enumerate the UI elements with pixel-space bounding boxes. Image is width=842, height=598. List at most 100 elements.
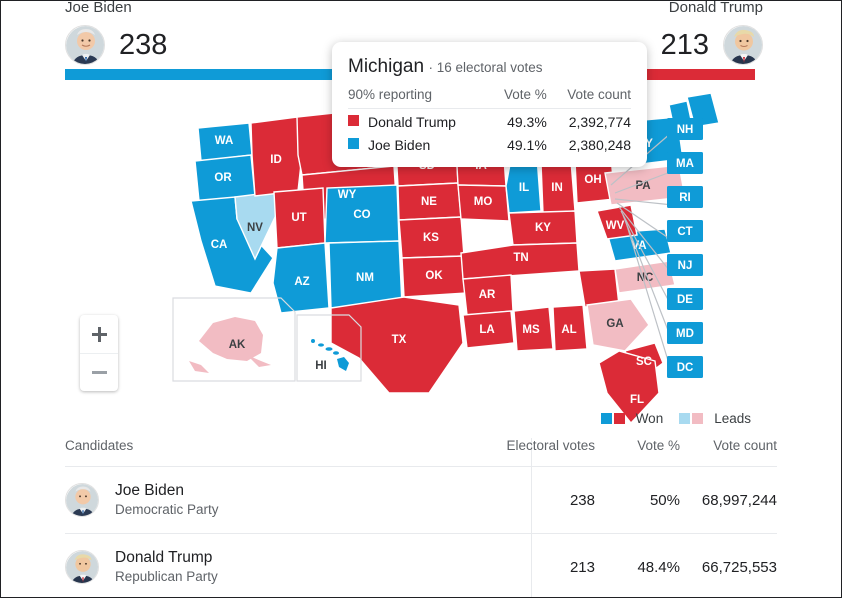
- tooltip-row-biden: Joe Biden 49.1% 2,380,248: [348, 132, 631, 155]
- state-label-MO: MO: [474, 196, 493, 208]
- legend-won-label: Won: [635, 411, 664, 426]
- callout-label-MD: MD: [676, 328, 694, 340]
- avatar-joe-biden: [65, 25, 105, 65]
- tooltip-vote-pct: 49.3%: [507, 114, 547, 130]
- election-results-page: Joe Biden Donald Trump 238 213 WA OR CA …: [1, 1, 841, 597]
- state-label-OH: OH: [584, 174, 601, 186]
- tooltip-color-dot-trump: [348, 115, 359, 126]
- legend-swatch-leads-red: [692, 413, 704, 424]
- state-label-SC: SC: [636, 356, 652, 368]
- tooltip-table-header-row: 90% reporting Vote % Vote count: [348, 87, 631, 109]
- tooltip-state-name: Michigan: [348, 56, 425, 77]
- state-label-KS: KS: [423, 232, 439, 244]
- state-label-UT: UT: [291, 212, 306, 224]
- candidate-party: Republican Party: [115, 569, 218, 584]
- state-label-AK: AK: [229, 339, 246, 351]
- callout-label-RI: RI: [679, 192, 691, 204]
- callout-label-NH: NH: [677, 124, 694, 136]
- candidates-table: Candidates Electoral votes Vote % Vote c…: [65, 438, 777, 597]
- row-vote-count: 66,725,553: [701, 558, 777, 576]
- tooltip-vote-count: 2,392,774: [568, 114, 631, 130]
- header-right-candidate-name: Donald Trump: [668, 1, 763, 16]
- legend-swatch-won-red: [613, 413, 625, 424]
- header-electoral-votes: Electoral votes: [506, 438, 595, 453]
- state-label-NV: NV: [247, 222, 263, 234]
- state-label-CA: CA: [211, 239, 228, 251]
- legend-swatch-won-blue: [600, 413, 612, 424]
- state-label-OR: OR: [214, 172, 232, 184]
- minus-icon: [91, 371, 107, 374]
- map-legend: Won Leads: [600, 411, 751, 426]
- header-left-electoral-votes: 238: [119, 28, 168, 61]
- callout-boxes[interactable]: NH MA RI CT NJ DE MD DC: [667, 118, 703, 378]
- state-label-NC: NC: [637, 272, 654, 284]
- row-electoral-votes: 238: [569, 491, 595, 509]
- row-vote-pct: 48.4%: [637, 558, 680, 576]
- state-label-WA: WA: [215, 135, 234, 147]
- header-right-candidate-block: 213: [661, 25, 763, 65]
- candidate-cell: Joe Biden Democratic Party: [65, 481, 435, 519]
- state-label-OK: OK: [425, 270, 443, 282]
- legend-swatch-leads-blue: [679, 413, 691, 424]
- state-label-IL: IL: [519, 182, 529, 194]
- state-label-TN: TN: [513, 252, 528, 264]
- candidate-text: Joe Biden Democratic Party: [115, 481, 219, 519]
- state-label-TX: TX: [392, 334, 407, 346]
- map-zoom-controls[interactable]: [80, 315, 118, 391]
- header-left-candidate-name: Joe Biden: [65, 1, 132, 16]
- state-label-LA: LA: [479, 324, 494, 336]
- tooltip-candidate-name: Joe Biden: [368, 137, 431, 153]
- tooltip-candidate-cell: Donald Trump: [348, 109, 490, 133]
- table-row[interactable]: Donald Trump Republican Party 213 48.4% …: [65, 534, 777, 597]
- state-label-AL: AL: [561, 324, 576, 336]
- candidate-party: Democratic Party: [115, 502, 219, 517]
- state-label-GA: GA: [606, 318, 623, 330]
- tooltip-color-dot-biden: [348, 138, 359, 149]
- tooltip-col-vote-count: Vote count: [546, 87, 631, 109]
- tooltip-row-trump: Donald Trump 49.3% 2,392,774: [348, 109, 631, 133]
- candidate-cell: Donald Trump Republican Party: [65, 548, 435, 586]
- tooltip-candidate-name: Donald Trump: [368, 114, 456, 130]
- callout-label-NJ: NJ: [678, 260, 693, 272]
- row-vote-pct: 50%: [649, 491, 680, 509]
- state-label-MS: MS: [522, 324, 540, 336]
- header-left-candidate-block: 238: [65, 25, 167, 65]
- callout-label-DE: DE: [677, 294, 693, 306]
- tooltip-results-table: 90% reporting Vote % Vote count Donald T…: [348, 87, 631, 155]
- table-row[interactable]: Joe Biden Democratic Party 238 50% 68,99…: [65, 467, 777, 534]
- candidate-text: Donald Trump Republican Party: [115, 548, 218, 586]
- callout-label-MA: MA: [676, 158, 694, 170]
- state-label-NM: NM: [356, 272, 374, 284]
- zoom-in-button[interactable]: [80, 315, 118, 353]
- header-right-electoral-votes: 213: [660, 28, 709, 61]
- state-label-IN: IN: [551, 182, 563, 194]
- avatar-donald-trump-small: [65, 550, 99, 584]
- state-label-AZ: AZ: [294, 276, 309, 288]
- tooltip-col-vote-pct: Vote %: [490, 87, 547, 109]
- state-label-WY: WY: [338, 189, 357, 201]
- zoom-out-button[interactable]: [80, 353, 118, 391]
- tooltip-reporting: 90% reporting: [348, 87, 491, 109]
- plus-icon: [91, 326, 107, 342]
- callout-label-CT: CT: [677, 226, 692, 238]
- tooltip-vote-count: 2,380,248: [568, 137, 631, 153]
- candidate-name: Donald Trump: [115, 549, 213, 566]
- legend-leads-label: Leads: [714, 411, 751, 426]
- row-electoral-votes: 213: [569, 558, 595, 576]
- header-vote-count: Vote count: [713, 438, 777, 453]
- tooltip-heading: Michigan · 16 electoral votes: [348, 56, 631, 78]
- state-label-CO: CO: [353, 209, 370, 221]
- state-label-FL: FL: [630, 394, 644, 406]
- legend-leads-swatches: [679, 413, 704, 424]
- tooltip-candidate-cell: Joe Biden: [348, 132, 490, 155]
- avatar-joe-biden-small: [65, 483, 99, 517]
- state-label-HI: HI: [315, 360, 327, 372]
- header-vote-pct: Vote %: [637, 438, 680, 453]
- state-tooltip-michigan: Michigan · 16 electoral votes 90% report…: [332, 42, 647, 167]
- candidate-name: Joe Biden: [115, 482, 184, 499]
- candidates-table-header: Candidates Electoral votes Vote % Vote c…: [65, 438, 777, 467]
- state-label-AR: AR: [479, 289, 496, 301]
- state-label-ID: ID: [270, 154, 282, 166]
- row-vote-count: 68,997,244: [701, 491, 777, 509]
- header-candidates: Candidates: [65, 438, 134, 453]
